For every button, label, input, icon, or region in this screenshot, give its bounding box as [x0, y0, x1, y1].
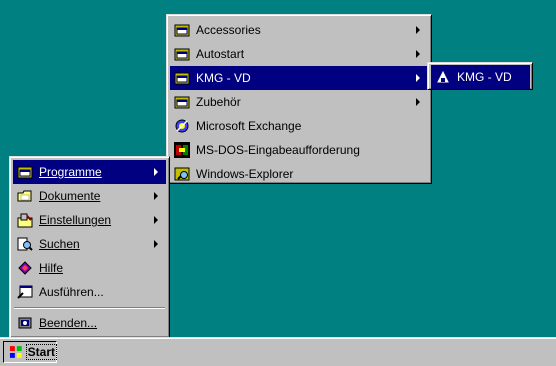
program-group-icon: [174, 72, 190, 85]
explorer-icon: [174, 167, 190, 181]
submenu-arrow-icon: [416, 26, 420, 34]
start-item-label: Dokumente: [39, 189, 101, 203]
start-item-einstellungen[interactable]: Einstellungen: [13, 208, 166, 232]
programs-item-label: Autostart: [196, 47, 245, 61]
shutdown-icon: [18, 317, 32, 329]
start-item-dokumente[interactable]: Dokumente: [13, 184, 166, 208]
start-item-label: Einstellungen: [39, 213, 112, 227]
find-icon: [17, 237, 33, 251]
programs-item-label: Microsoft Exchange: [196, 119, 302, 133]
programs-item-zubehoer[interactable]: Zubehör: [170, 90, 428, 114]
start-menu-separator: [14, 307, 165, 309]
start-item-label: Suchen: [39, 237, 80, 251]
programs-item-windows-explorer[interactable]: Windows-Explorer: [170, 162, 428, 186]
start-item-label: Programme: [39, 165, 102, 179]
start-item-label: Hilfe: [39, 261, 64, 275]
program-group-icon: [174, 96, 190, 109]
programs-item-label: KMG - VD: [196, 71, 251, 85]
programs-folder-icon: [17, 166, 33, 179]
start-item-programme[interactable]: Programme: [13, 160, 166, 184]
windows-logo-icon: [9, 346, 22, 358]
submenu-arrow-icon: [416, 74, 420, 82]
exchange-icon: [175, 119, 189, 133]
programs-menu: Accessories Autostart KMG - VD Zubehör M…: [166, 14, 432, 184]
programs-item-label: MS-DOS-Eingabeaufforderung: [196, 143, 360, 157]
start-item-suchen[interactable]: Suchen: [13, 232, 166, 256]
documents-folder-icon: [17, 190, 32, 202]
submenu-arrow-icon: [154, 168, 158, 176]
start-item-ausfuehren[interactable]: Ausführen...: [13, 280, 166, 304]
program-group-icon: [174, 48, 190, 61]
start-button-label: Start: [25, 344, 58, 360]
kmg-app-icon: [437, 70, 449, 83]
start-button[interactable]: Start: [3, 341, 58, 363]
help-book-icon: [18, 261, 32, 275]
programs-item-accessories[interactable]: Accessories: [170, 18, 428, 42]
msdos-icon: [174, 142, 190, 158]
programs-item-label: Accessories: [196, 23, 261, 37]
program-group-icon: [174, 24, 190, 37]
programs-item-kmg-vd[interactable]: KMG - VD: [170, 66, 428, 90]
submenu-arrow-icon: [416, 50, 420, 58]
taskbar: Start: [0, 337, 556, 366]
kmg-vd-app-label: KMG - VD: [457, 70, 512, 84]
submenu-arrow-icon: [154, 192, 158, 200]
start-item-hilfe[interactable]: Hilfe: [13, 256, 166, 280]
submenu-arrow-icon: [154, 240, 158, 248]
submenu-arrow-icon: [416, 98, 420, 106]
programs-item-msdos[interactable]: MS-DOS-Eingabeaufforderung: [170, 138, 428, 162]
start-item-beenden[interactable]: Beenden...: [13, 311, 166, 335]
programs-item-label: Windows-Explorer: [196, 167, 294, 181]
kmg-vd-app-item[interactable]: KMG - VD: [431, 65, 530, 89]
start-menu: Programme Dokumente Einstellungen Suchen…: [9, 156, 170, 338]
start-item-label: Beenden...: [39, 316, 98, 330]
kmg-vd-menu: KMG - VD: [427, 62, 533, 90]
run-icon: [17, 285, 33, 299]
programs-item-label: Zubehör: [196, 95, 241, 109]
submenu-arrow-icon: [154, 216, 158, 224]
programs-item-autostart[interactable]: Autostart: [170, 42, 428, 66]
settings-icon: [17, 213, 33, 228]
start-item-label: Ausführen...: [39, 285, 104, 299]
programs-item-microsoft-exchange[interactable]: Microsoft Exchange: [170, 114, 428, 138]
